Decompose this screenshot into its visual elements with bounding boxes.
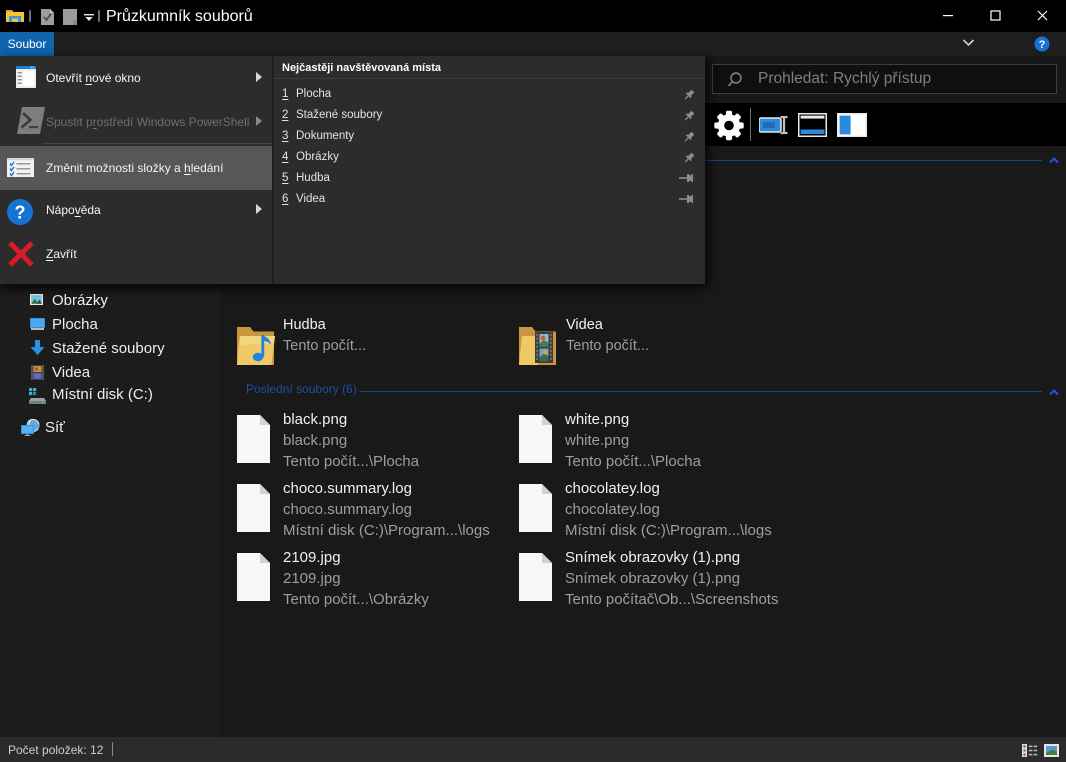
svg-text:?: ?	[1039, 39, 1046, 51]
svg-text:?: ?	[15, 203, 26, 223]
